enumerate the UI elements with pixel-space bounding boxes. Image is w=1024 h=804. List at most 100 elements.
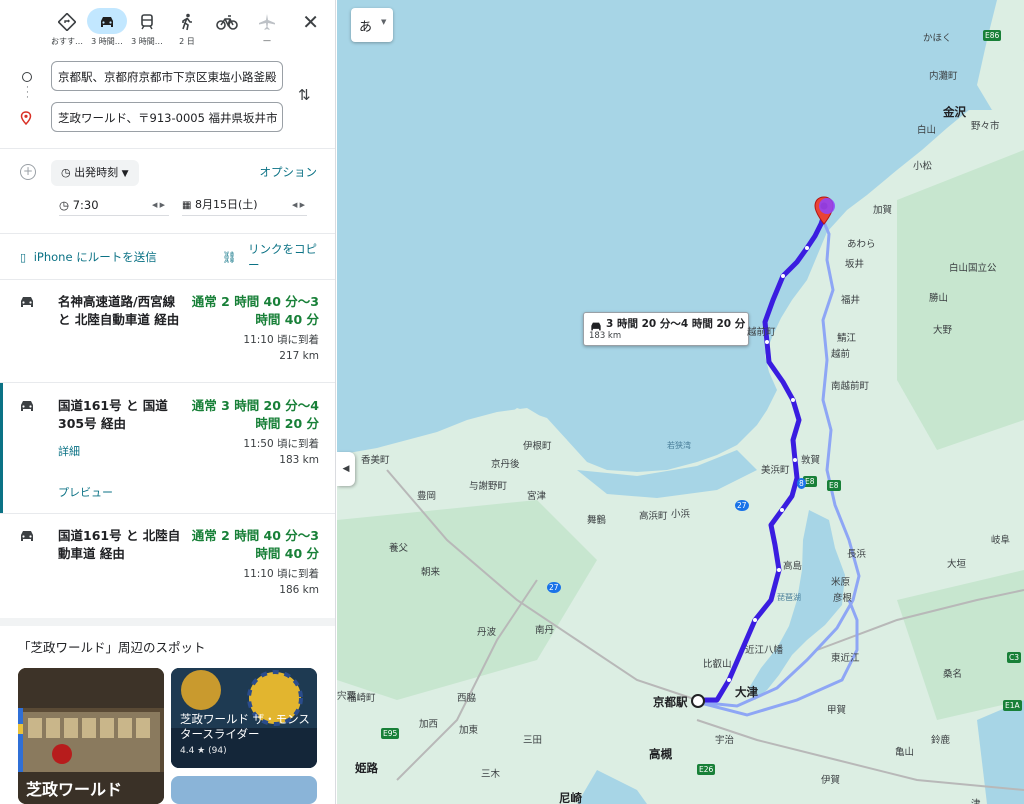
- details-link[interactable]: 詳細: [58, 443, 80, 459]
- destination-input[interactable]: 芝政ワールド、〒913-0005 福井県坂井市: [51, 102, 283, 132]
- map-place-label[interactable]: 香美町: [361, 452, 390, 466]
- route-option-selected[interactable]: 国道161号 と 国道305号 経由 通常 3 時間 20 分〜4 時間 20 …: [0, 397, 335, 507]
- map-place-label[interactable]: 養父: [389, 540, 408, 554]
- map-canvas[interactable]: あ ▼ ◀ 3 時間 20 分〜4 時間 20 分 183 km かほく内灘町金…: [337, 0, 1024, 804]
- copy-link-button[interactable]: ⛓ リンクをコピー: [222, 241, 322, 273]
- map-place-label[interactable]: 福井: [841, 292, 860, 306]
- time-field[interactable]: ◷ 7:30 ◀ ▶: [59, 197, 169, 216]
- spot-title: 芝政ワールド ザ・モンスタースライダー: [180, 712, 310, 741]
- map-place-label[interactable]: 野々市: [971, 118, 1000, 132]
- map-place-label[interactable]: 東近江: [831, 650, 860, 664]
- map-place-label[interactable]: 比叡山: [703, 656, 732, 670]
- mode-bike[interactable]: [207, 8, 247, 56]
- map-place-label[interactable]: 岐阜: [991, 532, 1010, 546]
- close-icon[interactable]: ✕: [302, 10, 319, 34]
- options-link[interactable]: オプション: [260, 164, 318, 180]
- mode-best[interactable]: おすす…: [47, 8, 87, 56]
- map-place-label[interactable]: 西脇: [457, 690, 476, 704]
- map-place-label[interactable]: 内灘町: [929, 68, 958, 82]
- map-place-label[interactable]: 勝山: [929, 290, 948, 304]
- map-place-label[interactable]: 加西: [419, 716, 438, 730]
- origin-marker[interactable]: [691, 694, 705, 708]
- map-place-label[interactable]: 大野: [933, 322, 952, 336]
- map-place-label[interactable]: 近江八幡: [745, 642, 783, 656]
- mode-walk[interactable]: 2 日: [167, 8, 207, 56]
- map-place-label[interactable]: 三木: [481, 766, 500, 780]
- map-place-label[interactable]: 金沢: [943, 104, 966, 120]
- map-place-label[interactable]: 舞鶴: [587, 512, 606, 526]
- map-place-label[interactable]: 小浜: [671, 506, 690, 520]
- swap-icon[interactable]: ⇅: [298, 86, 311, 104]
- map-place-label[interactable]: 豊岡: [417, 488, 436, 502]
- connector-dots-icon: · · ·: [26, 83, 29, 103]
- collapse-panel-button[interactable]: ◀: [337, 452, 355, 486]
- route-callout[interactable]: 3 時間 20 分〜4 時間 20 分 183 km: [583, 312, 749, 346]
- map-place-label[interactable]: 伊賀: [821, 772, 840, 786]
- mode-transit[interactable]: 3 時間…: [127, 8, 167, 56]
- map-place-label[interactable]: 小松: [913, 158, 932, 172]
- map-place-label[interactable]: 鯖江: [837, 330, 856, 344]
- map-place-label[interactable]: 高浜町: [639, 508, 668, 522]
- map-place-label[interactable]: 敦賀: [801, 452, 820, 466]
- map-place-label[interactable]: 坂井: [845, 256, 864, 270]
- map-place-label[interactable]: 朝来: [421, 564, 440, 578]
- clock-icon: ◷: [61, 166, 71, 179]
- map-place-label[interactable]: 宍粟: [337, 688, 356, 702]
- map-place-label[interactable]: 宮津: [527, 488, 546, 502]
- ime-toggle[interactable]: あ ▼: [351, 8, 393, 42]
- date-field[interactable]: ▦ 8月15日(土) ◀ ▶: [182, 197, 307, 216]
- panel-scrollbar[interactable]: [335, 150, 336, 800]
- route-name: 国道161号 と 北陸自動車道 経由: [58, 528, 181, 561]
- map-place-label[interactable]: 伊根町: [523, 438, 552, 452]
- map-place-label[interactable]: 大垣: [947, 556, 966, 570]
- map-place-label[interactable]: 越前町: [747, 324, 776, 338]
- depart-time-dropdown[interactable]: ◷ 出発時刻 ▼: [51, 160, 139, 186]
- map-place-label[interactable]: 彦根: [833, 590, 852, 604]
- date-stepper-icon[interactable]: ◀ ▶: [292, 197, 305, 213]
- map-place-label[interactable]: 白山国立公: [949, 260, 997, 274]
- map-place-label[interactable]: 米原: [831, 574, 850, 588]
- map-place-label[interactable]: 京都駅: [653, 694, 688, 710]
- map-place-label[interactable]: 高島: [783, 558, 802, 572]
- route-option[interactable]: 名神高速道路/西宮線 と 北陸自動車道 経由 通常 2 時間 40 分〜3 時間…: [0, 293, 335, 373]
- mode-car-label: 3 時間…: [91, 37, 123, 46]
- map-place-label[interactable]: 白山: [917, 122, 936, 136]
- origin-input[interactable]: 京都駅、京都府京都市下京区東塩小路釜殿: [51, 61, 283, 91]
- map-place-label[interactable]: 宇治: [715, 732, 734, 746]
- route-option[interactable]: 国道161号 と 北陸自動車道 経由 通常 2 時間 40 分〜3 時間 40 …: [0, 527, 335, 607]
- spot-card[interactable]: [171, 776, 317, 804]
- map-place-label[interactable]: 京丹後: [491, 456, 520, 470]
- send-to-phone-button[interactable]: ▯ iPhone にルートを送信: [20, 249, 157, 265]
- map-place-label[interactable]: 南越前町: [831, 378, 869, 392]
- spot-card[interactable]: 芝政ワールド ザ・モンスタースライダー 4.4 ★ (94): [171, 668, 317, 768]
- time-stepper-icon[interactable]: ◀ ▶: [152, 197, 165, 213]
- map-place-label[interactable]: あわら: [847, 236, 876, 250]
- map-place-label[interactable]: 姫路: [355, 760, 378, 776]
- map-place-label[interactable]: 加東: [459, 722, 478, 736]
- map-place-label[interactable]: 与謝野町: [469, 478, 507, 492]
- map-place-label[interactable]: 三田: [523, 732, 542, 746]
- map-place-label[interactable]: かほく: [923, 30, 952, 44]
- map-place-label[interactable]: 甲賀: [827, 702, 846, 716]
- map-place-label[interactable]: 美浜町: [761, 462, 790, 476]
- add-stop-icon[interactable]: +: [20, 164, 36, 180]
- map-place-label[interactable]: 津: [971, 796, 981, 804]
- map-place-label[interactable]: 亀山: [895, 744, 914, 758]
- mode-flight[interactable]: —: [247, 8, 287, 56]
- preview-link[interactable]: プレビュー: [58, 484, 113, 500]
- map-place-label[interactable]: 桑名: [943, 666, 962, 680]
- map-place-label[interactable]: 丹波: [477, 624, 496, 638]
- map-place-label[interactable]: 琵琶湖: [777, 592, 801, 603]
- map-place-label[interactable]: 鈴鹿: [931, 732, 950, 746]
- map-place-label[interactable]: 大津: [735, 684, 758, 700]
- map-place-label[interactable]: 長浜: [847, 546, 866, 560]
- map-place-label[interactable]: 尼崎: [559, 790, 582, 804]
- mode-car[interactable]: 3 時間…: [87, 8, 127, 56]
- spot-card[interactable]: 芝政ワールド: [18, 668, 164, 804]
- map-place-label[interactable]: 越前: [831, 346, 850, 360]
- origin-circle-icon: [22, 72, 32, 82]
- map-place-label[interactable]: 南丹: [535, 622, 554, 636]
- map-place-label[interactable]: 若狭湾: [667, 440, 691, 451]
- map-place-label[interactable]: 加賀: [873, 202, 892, 216]
- map-place-label[interactable]: 高槻: [649, 746, 672, 762]
